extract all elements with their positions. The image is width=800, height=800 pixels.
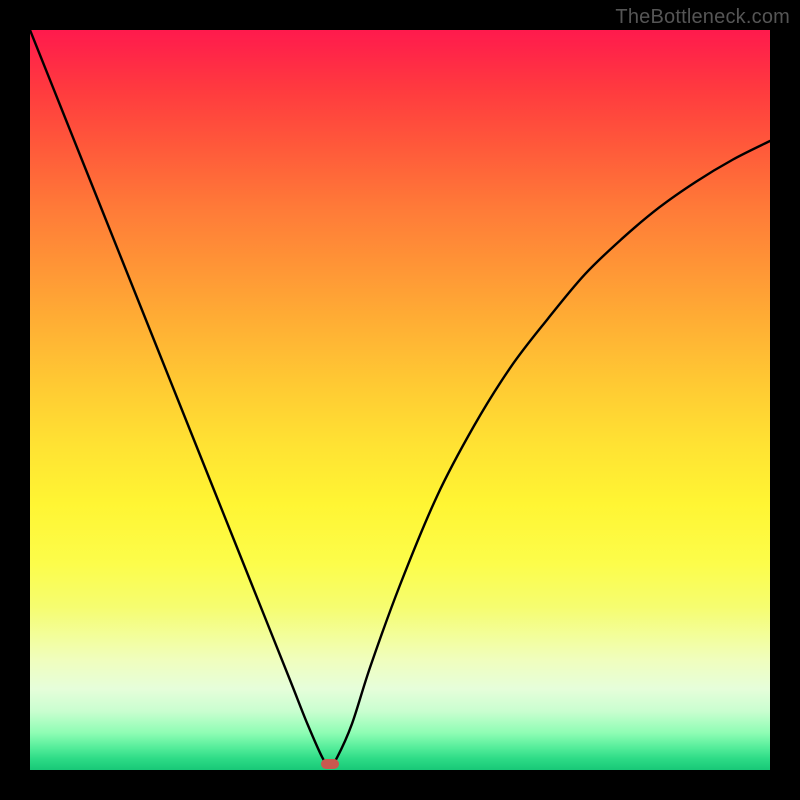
optimal-point-marker [321,759,339,769]
bottleneck-curve-path [30,30,770,766]
bottleneck-curve-svg [30,30,770,770]
chart-plot-area [30,30,770,770]
watermark-text: TheBottleneck.com [615,6,790,29]
